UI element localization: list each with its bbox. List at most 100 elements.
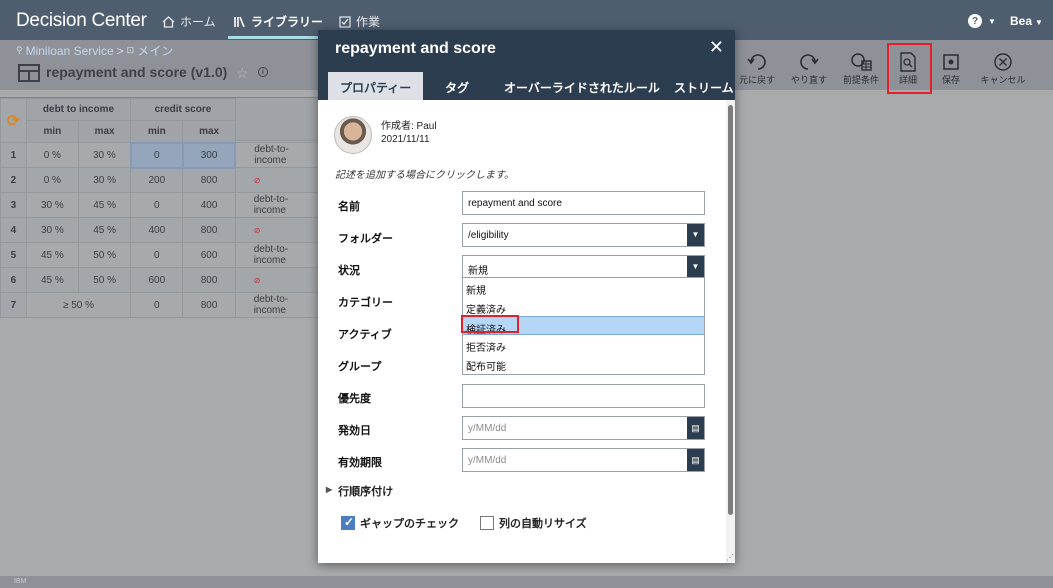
table-cell[interactable]: 45 %: [77, 192, 132, 218]
row-number: 7: [0, 292, 27, 318]
table-row[interactable]: 5 45 % 50 % 0 600 debt-to-income: [0, 242, 321, 268]
gap-check-checkbox[interactable]: [341, 515, 355, 530]
nav-home[interactable]: ホーム: [162, 13, 216, 30]
status-select[interactable]: 新規 ▼: [462, 255, 705, 279]
table-cell[interactable]: 45 %: [77, 217, 132, 243]
redo-icon: [781, 51, 837, 73]
nav-library[interactable]: ライブラリー: [233, 13, 323, 30]
user-menu[interactable]: Bea ▼: [1010, 14, 1043, 28]
branch-icon: ⊡: [126, 45, 135, 55]
status-option[interactable]: 配布可能: [463, 354, 704, 373]
status-option[interactable]: 拒否済み: [463, 335, 704, 354]
table-cell[interactable]: 200: [130, 167, 184, 193]
column-group-header[interactable]: debt to income: [25, 98, 132, 121]
table-cell[interactable]: debt-to-income: [234, 192, 321, 218]
column-subheader: min: [130, 120, 184, 143]
chevron-down-icon[interactable]: ▼: [687, 224, 704, 246]
tab-tags[interactable]: タグ: [433, 72, 481, 100]
table-cell[interactable]: 45 %: [25, 242, 79, 268]
table-cell[interactable]: 30 %: [77, 167, 132, 193]
table-cell[interactable]: 0: [130, 292, 184, 318]
folder-label: フォルダー: [338, 233, 393, 245]
table-cell[interactable]: 400: [182, 192, 236, 218]
status-value: 新規: [468, 266, 488, 277]
tab-properties[interactable]: プロパティー: [328, 72, 424, 100]
table-cell[interactable]: 30 %: [77, 142, 132, 168]
dialog-scrollbar[interactable]: [726, 100, 735, 563]
table-cell[interactable]: 0 %: [25, 142, 79, 168]
table-cell[interactable]: 30 %: [25, 192, 79, 218]
name-field[interactable]: repayment and score: [462, 191, 705, 215]
nav-work[interactable]: 作業: [339, 13, 380, 30]
table-cell[interactable]: 50 %: [77, 242, 132, 268]
refresh-cell[interactable]: ⟳: [0, 98, 27, 143]
table-cell[interactable]: 600: [182, 242, 236, 268]
breadcrumb-branch[interactable]: メイン: [137, 42, 173, 59]
table-cell[interactable]: 30 %: [25, 217, 79, 243]
table-cell[interactable]: 800: [182, 167, 236, 193]
status-option[interactable]: 新規: [463, 278, 704, 297]
priority-field[interactable]: [462, 384, 705, 408]
details-button-highlight: [887, 43, 932, 94]
close-icon[interactable]: ✕: [709, 37, 724, 58]
table-cell[interactable]: 800: [182, 217, 236, 243]
table-row[interactable]: 7 ≥ 50 % 0 800 debt-to-income: [0, 292, 321, 318]
gap-check-option[interactable]: ギャップのチェック: [341, 515, 459, 531]
table-cell[interactable]: 0 %: [25, 167, 79, 193]
table-cell-merged[interactable]: ≥ 50 %: [25, 292, 132, 318]
cancel-label: キャンセル: [980, 75, 1026, 85]
table-cell[interactable]: ⊘: [234, 217, 321, 243]
table-cell[interactable]: ⊘: [234, 267, 321, 293]
table-row[interactable]: 6 45 % 50 % 600 800 ⊘: [0, 267, 321, 293]
favorite-star-icon[interactable]: ☆: [236, 65, 249, 82]
tab-stream[interactable]: ストリーム: [662, 72, 746, 100]
expiration-date-label: 有効期限: [338, 457, 382, 469]
category-label: カテゴリー: [338, 297, 393, 309]
folder-select[interactable]: /eligibility ▼: [462, 223, 705, 247]
table-cell[interactable]: 0: [130, 192, 184, 218]
table-row[interactable]: 2 0 % 30 % 200 800 ⊘: [0, 167, 321, 193]
details-dialog: repayment and score ✕ プロパティー タグ オーバーライドさ…: [318, 30, 735, 563]
auto-resize-checkbox[interactable]: [480, 516, 494, 530]
auto-resize-option[interactable]: 列の自動リサイズ: [480, 515, 587, 531]
table-row[interactable]: 1 0 % 30 % 0 300 debt-to-income: [0, 141, 321, 169]
created-date: 2021/11/11: [381, 134, 430, 145]
expiration-date-field[interactable]: y/MM/dd ▤: [462, 448, 705, 472]
table-cell-selected[interactable]: 0: [129, 141, 184, 169]
table-cell[interactable]: ⊘: [234, 167, 321, 193]
calendar-icon[interactable]: ▤: [687, 449, 704, 471]
redo-button[interactable]: やり直す: [781, 51, 837, 86]
chevron-down-icon[interactable]: ▼: [687, 256, 704, 278]
table-cell[interactable]: 800: [182, 267, 236, 293]
nav-library-label: ライブラリー: [251, 15, 324, 29]
calendar-icon[interactable]: ▤: [687, 417, 704, 439]
table-cell[interactable]: debt-to-income: [234, 242, 321, 268]
column-group-header[interactable]: credit score: [130, 98, 236, 121]
table-cell[interactable]: 50 %: [77, 267, 132, 293]
table-cell[interactable]: debt-to-income: [234, 142, 321, 168]
table-cell[interactable]: 0: [130, 242, 184, 268]
effective-date-placeholder: y/MM/dd: [468, 423, 507, 434]
status-option[interactable]: 定義済み: [463, 297, 704, 316]
breadcrumb-project[interactable]: Miniloan Service: [26, 44, 114, 58]
scrollbar-thumb[interactable]: [728, 105, 733, 515]
row-ordering-toggle[interactable]: ▶ 行順序付け: [326, 483, 393, 499]
table-cell[interactable]: debt-to-income: [234, 292, 321, 318]
table-cell-selected[interactable]: 300: [181, 141, 237, 169]
table-cell[interactable]: 45 %: [25, 267, 79, 293]
description-placeholder[interactable]: 記述を追加する場合にクリックします。: [335, 166, 514, 181]
cancel-button[interactable]: キャンセル: [975, 51, 1031, 86]
info-icon[interactable]: i: [258, 67, 268, 77]
table-cell[interactable]: 400: [130, 217, 184, 243]
chevron-down-icon: ▼: [1035, 18, 1043, 27]
table-cell[interactable]: 600: [130, 267, 184, 293]
table-row[interactable]: 3 30 % 45 % 0 400 debt-to-income: [0, 192, 321, 218]
table-cell[interactable]: 800: [182, 292, 236, 318]
tab-overridden-rules[interactable]: オーバーライドされたルール: [492, 72, 672, 100]
author-info: 作成者: Paul 2021/11/11: [334, 116, 437, 154]
help-menu-button[interactable]: ? ▼: [968, 14, 996, 28]
table-row[interactable]: 4 30 % 45 % 400 800 ⊘: [0, 217, 321, 243]
refresh-icon: ⟳: [6, 112, 21, 130]
resize-grip-icon[interactable]: ⋰: [726, 553, 734, 562]
effective-date-field[interactable]: y/MM/dd ▤: [462, 416, 705, 440]
